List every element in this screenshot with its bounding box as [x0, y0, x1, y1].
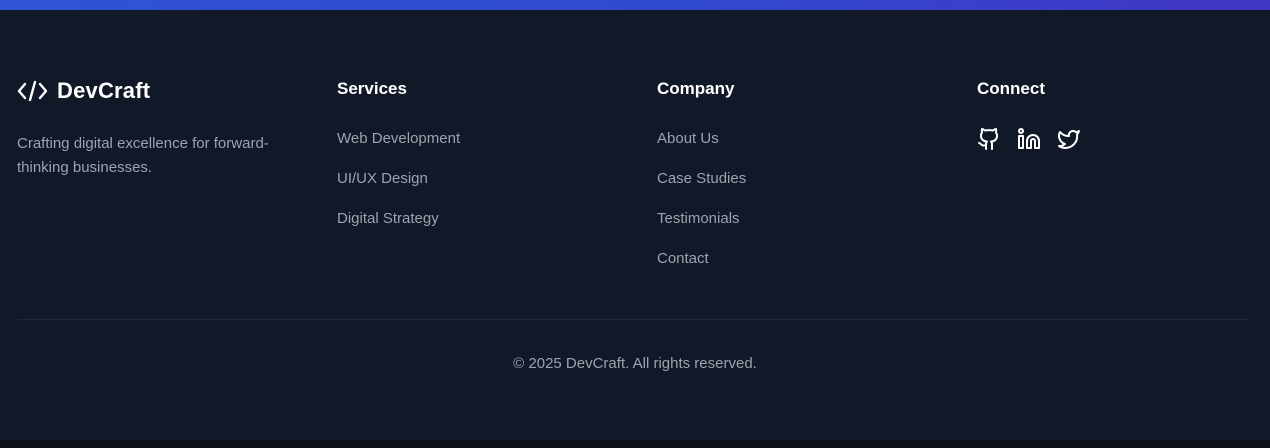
brand-name: DevCraft	[57, 78, 151, 103]
bottom-edge	[0, 440, 1270, 448]
services-links: Web Development UI/UX Design Digital Str…	[337, 129, 460, 249]
brand-logo[interactable]: DevCraft	[17, 78, 150, 104]
link-case-studies[interactable]: Case Studies	[657, 169, 746, 189]
brand-tagline: Crafting digital excellence for forward-…	[17, 135, 269, 176]
list-item: UI/UX Design	[337, 169, 460, 209]
list-item: About Us	[657, 129, 746, 169]
github-link[interactable]	[977, 127, 1001, 151]
services-heading: Services	[337, 79, 407, 98]
list-item: Testimonials	[657, 209, 746, 249]
company-links: About Us Case Studies Testimonials Conta…	[657, 129, 746, 289]
list-item: Digital Strategy	[337, 209, 460, 249]
site-footer: DevCraft Crafting digital excellence for…	[0, 10, 1270, 440]
linkedin-icon	[1018, 128, 1040, 149]
link-web-development[interactable]: Web Development	[337, 129, 460, 149]
company-heading: Company	[657, 79, 735, 98]
connect-heading: Connect	[977, 79, 1045, 98]
social-links	[977, 127, 1097, 151]
copyright-text: © 2025 DevCraft. All rights reserved.	[513, 355, 757, 372]
github-icon	[978, 128, 999, 150]
twitter-icon	[1058, 130, 1080, 149]
twitter-link[interactable]	[1057, 127, 1081, 151]
link-about-us[interactable]: About Us	[657, 129, 719, 149]
link-digital-strategy[interactable]: Digital Strategy	[337, 209, 439, 229]
linkedin-link[interactable]	[1017, 127, 1041, 151]
link-contact[interactable]: Contact	[657, 249, 709, 269]
code-icon	[17, 80, 48, 102]
link-ui-ux-design[interactable]: UI/UX Design	[337, 169, 428, 189]
list-item: Web Development	[337, 129, 460, 169]
list-item: Contact	[657, 249, 746, 289]
footer-divider	[17, 319, 1248, 320]
list-item: Case Studies	[657, 169, 746, 209]
top-gradient-band	[0, 0, 1270, 10]
link-testimonials[interactable]: Testimonials	[657, 209, 740, 229]
